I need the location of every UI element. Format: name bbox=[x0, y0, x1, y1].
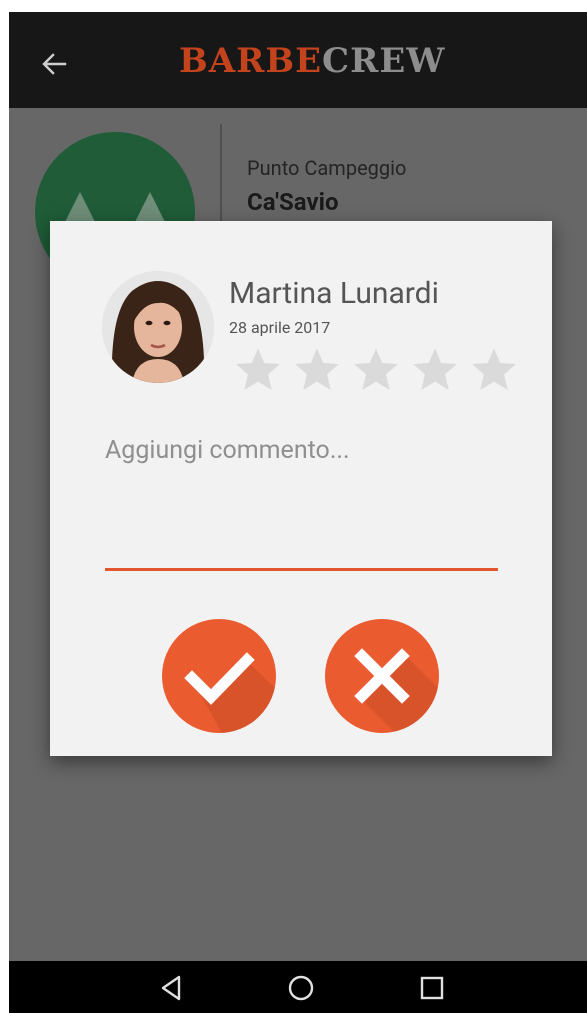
campsite-name: Ca'Savio bbox=[247, 188, 339, 216]
rating-stars bbox=[233, 345, 528, 397]
user-name: Martina Lunardi bbox=[229, 276, 439, 311]
rating-star-1[interactable] bbox=[233, 345, 283, 395]
nav-back-button[interactable] bbox=[155, 971, 189, 1005]
campsite-label: Punto Campeggio bbox=[247, 156, 407, 180]
brand-part-barbe: BARBE bbox=[179, 41, 323, 81]
star-icon bbox=[472, 348, 516, 390]
star-icon bbox=[354, 348, 398, 390]
cancel-button[interactable] bbox=[325, 619, 439, 733]
circle-home-icon bbox=[288, 975, 314, 1001]
nav-recents-button[interactable] bbox=[415, 971, 449, 1005]
rating-star-2[interactable] bbox=[292, 345, 342, 395]
triangle-back-icon bbox=[161, 975, 181, 1001]
user-photo-icon bbox=[102, 271, 214, 383]
arrow-left-icon bbox=[42, 53, 67, 75]
app-logo: BARBECREW bbox=[179, 36, 445, 86]
nav-home-button[interactable] bbox=[284, 971, 318, 1005]
star-icon bbox=[413, 348, 457, 390]
brand-part-crew: CREW bbox=[322, 41, 446, 81]
review-date: 28 aprile 2017 bbox=[229, 318, 331, 337]
review-dialog: Martina Lunardi 28 aprile 2017 bbox=[50, 221, 552, 756]
comment-input[interactable] bbox=[105, 436, 498, 571]
screen: BARBECREW Punto Campeggio Ca'Savio Marti… bbox=[9, 12, 587, 1013]
rating-star-3[interactable] bbox=[351, 345, 401, 395]
system-nav-bar bbox=[9, 961, 587, 1013]
app-bar: BARBECREW bbox=[9, 12, 587, 108]
square-recents-icon bbox=[420, 976, 444, 1000]
star-icon bbox=[236, 348, 280, 390]
rating-star-5[interactable] bbox=[469, 345, 519, 395]
avatar bbox=[102, 271, 214, 383]
close-icon bbox=[354, 648, 439, 733]
star-icon bbox=[295, 348, 339, 390]
rating-star-4[interactable] bbox=[410, 345, 460, 395]
checkmark-icon bbox=[184, 652, 276, 733]
confirm-button[interactable] bbox=[162, 619, 276, 733]
back-button[interactable] bbox=[35, 44, 75, 84]
